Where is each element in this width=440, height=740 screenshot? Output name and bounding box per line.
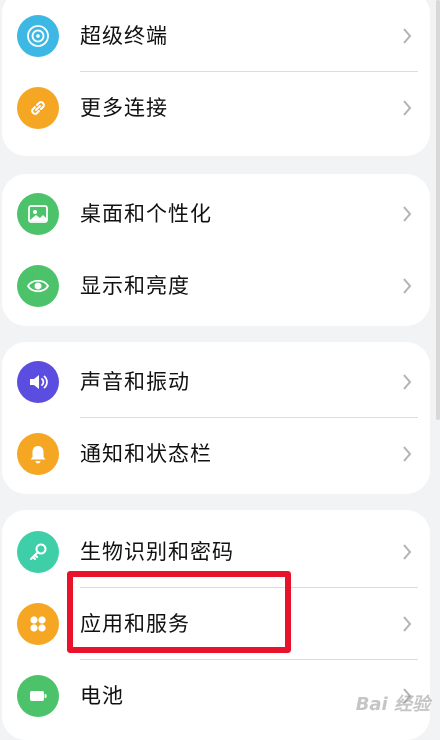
settings-item-label: 应用和服务 [80,612,190,636]
settings-item-apps-services[interactable]: 应用和服务 [2,588,430,660]
settings-item-label: 超级终端 [80,24,168,48]
settings-group-display: 桌面和个性化 显示和亮度 [2,174,430,326]
bell-icon [17,433,59,475]
watermark: Bai 经验 [355,694,430,715]
settings-item-label: 生物识别和密码 [80,540,234,564]
battery-icon [17,675,59,717]
chevron-right-icon [403,544,412,560]
speaker-icon [17,361,59,403]
settings-item-label: 电池 [80,684,124,708]
settings-item-label: 更多连接 [80,96,168,120]
settings-item-display-brightness[interactable]: 显示和亮度 [2,250,430,322]
settings-item-desktop-personalization[interactable]: 桌面和个性化 [2,178,430,250]
chevron-right-icon [403,616,412,632]
settings-item-label: 显示和亮度 [80,274,190,298]
settings-item-more-connections[interactable]: 更多连接 [2,72,430,144]
settings-item-super-device[interactable]: 超级终端 [2,0,430,72]
scrollbar[interactable] [436,0,440,420]
image-icon [17,193,59,235]
link-icon [17,87,59,129]
settings-group-connectivity: 超级终端 更多连接 [2,0,430,156]
eye-icon [17,265,59,307]
settings-item-label: 声音和振动 [80,370,190,394]
chevron-right-icon [403,446,412,462]
apps-icon [17,603,59,645]
settings-item-label: 通知和状态栏 [80,442,212,466]
settings-item-label: 桌面和个性化 [80,202,212,226]
key-icon [17,531,59,573]
chevron-right-icon [403,28,412,44]
chevron-right-icon [403,374,412,390]
settings-item-sound-vibration[interactable]: 声音和振动 [2,346,430,418]
chevron-right-icon [403,206,412,222]
chevron-right-icon [403,278,412,294]
settings-group-sound-notifications: 声音和振动 通知和状态栏 [2,342,430,494]
super-device-icon [17,15,59,57]
settings-item-biometrics-password[interactable]: 生物识别和密码 [2,516,430,588]
settings-item-notifications-status-bar[interactable]: 通知和状态栏 [2,418,430,490]
chevron-right-icon [403,100,412,116]
